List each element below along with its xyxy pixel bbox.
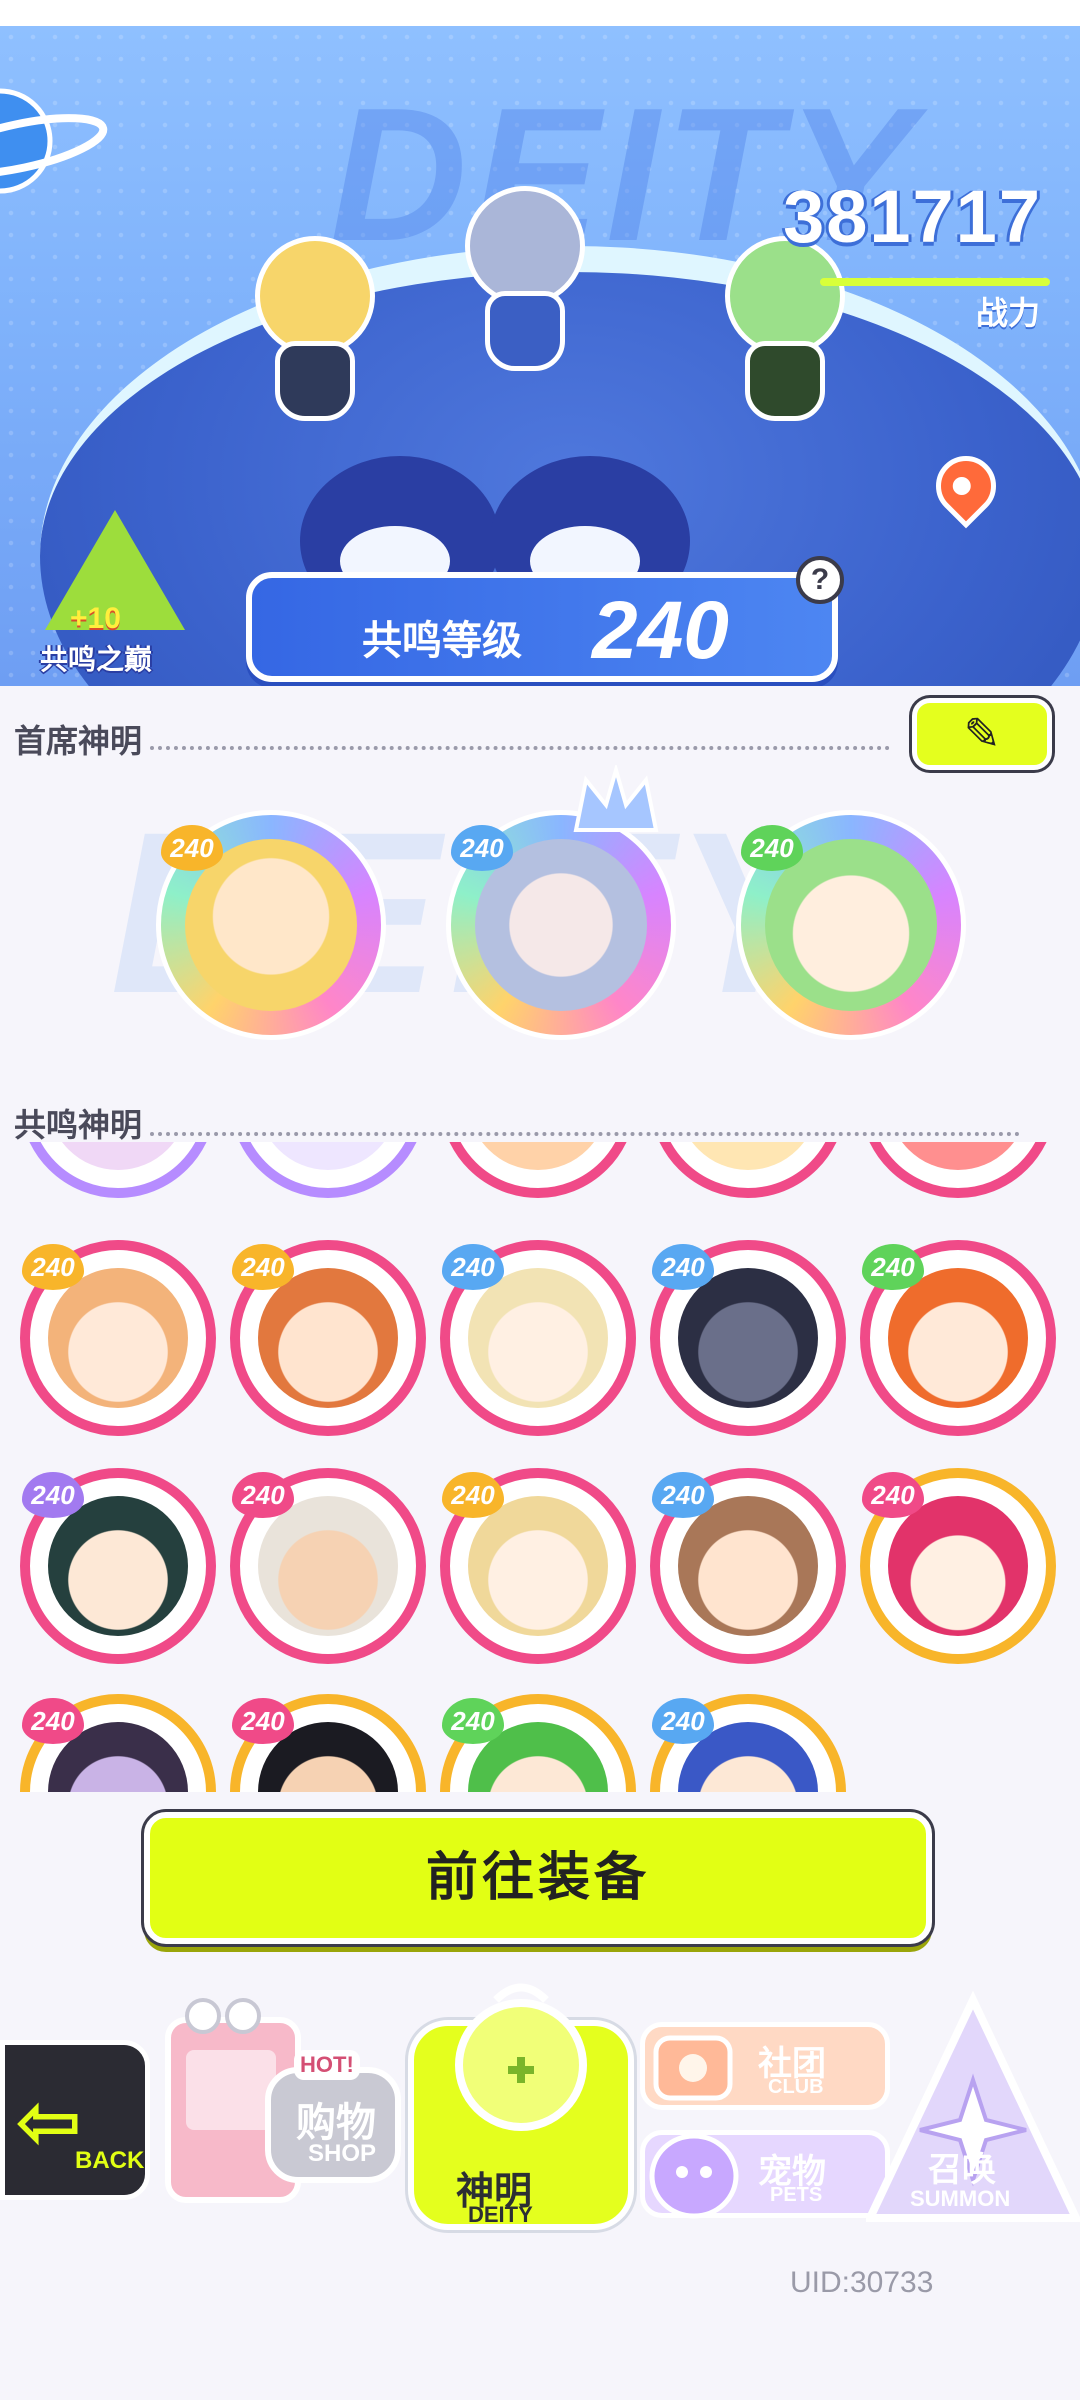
user-id: UID:30733 [790,2266,934,2299]
deity-card[interactable] [860,1142,1056,1198]
level-badge: 240 [862,1472,924,1518]
combat-power-underline [820,278,1050,286]
deity-card[interactable]: 240 [440,1694,636,1792]
deity-banner: DEITY 381717 战力 +10 共鸣之巅 共鸣等级 240 ? [0,26,1080,686]
chibi-character-silver[interactable] [440,176,610,376]
deity-card[interactable] [230,1142,426,1198]
level-badge: 240 [652,1698,714,1744]
deity-card[interactable]: 240 [20,1468,216,1664]
deity-card[interactable] [650,1142,846,1198]
nav-summon-label: 召唤 [928,2151,996,2189]
pencil-icon: ✎ [963,709,1001,759]
hot-tag: HOT! [294,2050,360,2080]
deity-card[interactable]: 240 [20,1240,216,1436]
nav-summon-sublabel: SUMMON [910,2186,1011,2211]
deity-card[interactable] [20,1142,216,1198]
deity-card[interactable]: 240 [230,1694,426,1792]
level-badge: 240 [741,825,803,871]
deity-card[interactable] [440,1142,636,1198]
chief-deity-slot-1[interactable]: 240 [156,810,386,1040]
combat-power-value: 381717 [783,175,1042,258]
level-badge: 240 [862,1244,924,1290]
deity-card[interactable]: 240 [230,1468,426,1664]
deity-card[interactable]: 240 [440,1240,636,1436]
peak-label: 共鸣之巅 [40,644,153,675]
back-label: BACK [75,2147,145,2174]
deity-card[interactable]: 240 [20,1694,216,1792]
left-arrow-icon: ⇦ [15,2077,83,2166]
level-badge: 240 [652,1244,714,1290]
resonance-peak-badge[interactable]: +10 共鸣之巅 [30,510,200,686]
deity-card[interactable]: 240 [860,1240,1056,1436]
nav-club[interactable]: 社团 CLUB [640,2016,890,2116]
level-badge: 240 [22,1698,84,1744]
nav-deity[interactable]: 神明 DEITY [408,1980,634,2240]
nav-summon[interactable]: 召唤 SUMMON [866,1990,1080,2230]
level-badge: 240 [232,1244,294,1290]
level-badge: 240 [161,825,223,871]
pet-icon [649,2133,739,2219]
back-button[interactable]: ⇦ BACK [0,2040,150,2200]
level-badge: 240 [442,1244,504,1290]
help-button[interactable]: ? [796,556,844,604]
nav-deity-sublabel: DEITY [468,2202,533,2227]
club-badge-icon [653,2035,733,2101]
chief-deity-slot-3[interactable]: 240 [736,810,966,1040]
level-badge: 240 [232,1472,294,1518]
resonance-deity-grid[interactable]: 240 240 240 240 240 240 240 240 240 240 … [0,1142,1080,1792]
nav-club-sublabel: CLUB [768,2076,824,2098]
section-divider [150,1132,1020,1136]
level-badge: 240 [451,825,513,871]
go-equip-button[interactable]: 前往装备 [144,1812,932,1944]
level-badge: 240 [22,1472,84,1518]
deity-card[interactable]: 240 [440,1468,636,1664]
chief-deity-title: 首席神明 [14,723,143,759]
edit-button[interactable]: ✎ [912,698,1052,770]
nav-shop[interactable]: HOT! 购物 SHOP [158,1990,408,2210]
level-badge: 240 [652,1472,714,1518]
level-badge: 240 [232,1698,294,1744]
level-badge: 240 [442,1472,504,1518]
deity-card[interactable]: 240 [650,1240,846,1436]
level-badge: 240 [442,1698,504,1744]
peak-bonus: +10 [70,602,121,635]
deity-card[interactable]: 240 [230,1240,426,1436]
deity-card[interactable]: 240 [860,1468,1056,1664]
deity-card[interactable]: 240 [650,1468,846,1664]
crown-icon [573,765,659,832]
planet-icon [0,88,108,194]
combat-power-label: 战力 [975,295,1040,331]
deity-card[interactable]: 240 [650,1694,846,1792]
nav-pets[interactable]: 宠物 PETS [640,2124,890,2224]
resonance-level-label: 共鸣等级 [362,619,522,663]
chibi-character-blonde[interactable] [230,226,400,426]
level-badge: 240 [22,1244,84,1290]
status-bar [0,0,1080,26]
section-divider [150,746,890,750]
chief-deity-slot-2[interactable]: 240 [446,765,676,1040]
resonance-deity-title: 共鸣神明 [14,1107,143,1143]
deity-mascot-icon [455,1983,587,2131]
nav-shop-sublabel: SHOP [308,2140,377,2167]
resonance-level-value: 240 [592,585,729,676]
resonance-level-panel: 共鸣等级 240 [246,572,838,682]
nav-pets-sublabel: PETS [770,2184,823,2206]
